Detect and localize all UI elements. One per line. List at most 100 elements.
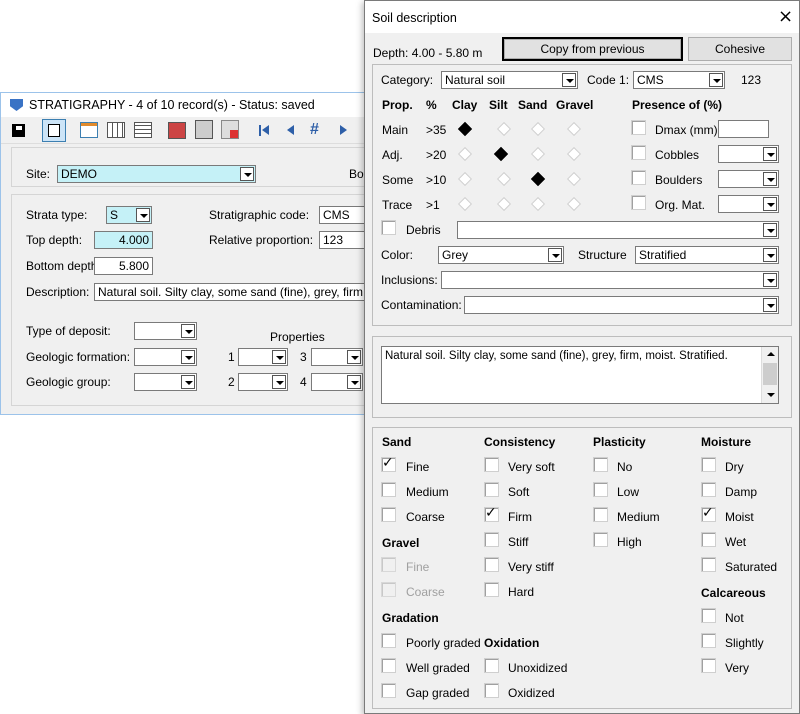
- very-soft-checkbox[interactable]: [484, 457, 499, 472]
- chevron-down-icon[interactable]: [272, 375, 286, 389]
- copy-from-previous-button[interactable]: Copy from previous: [502, 37, 683, 61]
- gap-graded-checkbox[interactable]: [381, 683, 396, 698]
- boulders-checkbox[interactable]: [631, 170, 646, 185]
- scroll-down-icon[interactable]: [767, 393, 775, 397]
- sand-fine-checkbox[interactable]: [381, 455, 396, 472]
- delete-record-icon[interactable]: [221, 120, 239, 139]
- first-record-arrow-icon[interactable]: [262, 125, 269, 135]
- table-view-icon[interactable]: [107, 122, 125, 138]
- goto-record-icon[interactable]: #: [310, 121, 319, 139]
- gravel-coarse-checkbox[interactable]: [381, 582, 396, 597]
- debris-select[interactable]: [457, 221, 779, 239]
- color-select[interactable]: Grey: [438, 246, 564, 264]
- next-record-icon[interactable]: [340, 125, 347, 135]
- unoxidized-checkbox[interactable]: [484, 658, 499, 673]
- prop2-select[interactable]: [238, 373, 288, 391]
- calc-very-checkbox[interactable]: [701, 658, 716, 673]
- org-mat-select[interactable]: [718, 195, 779, 213]
- plasticity-medium-checkbox[interactable]: [593, 507, 608, 522]
- poorly-graded-checkbox[interactable]: [381, 633, 396, 648]
- org-mat-checkbox[interactable]: [631, 195, 646, 210]
- inclusions-select[interactable]: [441, 271, 779, 289]
- debris-checkbox[interactable]: [381, 220, 396, 235]
- prop3-select[interactable]: [311, 348, 363, 366]
- very-stiff-checkbox[interactable]: [484, 557, 499, 572]
- save-icon[interactable]: [12, 124, 25, 137]
- prop1-select[interactable]: [238, 348, 288, 366]
- dmax-field[interactable]: [718, 120, 769, 138]
- chevron-down-icon[interactable]: [763, 248, 777, 262]
- chevron-down-icon[interactable]: [240, 167, 254, 181]
- prop4-select[interactable]: [311, 373, 363, 391]
- chevron-down-icon[interactable]: [709, 73, 723, 87]
- chevron-down-icon[interactable]: [181, 350, 195, 364]
- category-select[interactable]: Natural soil: [441, 71, 578, 89]
- chevron-down-icon[interactable]: [181, 375, 195, 389]
- chevron-down-icon[interactable]: [136, 208, 150, 222]
- cobbles-checkbox[interactable]: [631, 145, 646, 160]
- list-view-icon[interactable]: [134, 122, 152, 138]
- saturated-checkbox[interactable]: [701, 557, 716, 572]
- sync-icon[interactable]: [42, 119, 66, 142]
- strata-type-select[interactable]: S: [106, 206, 152, 224]
- paste-record-icon[interactable]: [195, 120, 213, 139]
- copy-record-icon[interactable]: [168, 122, 186, 139]
- chevron-down-icon[interactable]: [347, 350, 361, 364]
- chevron-down-icon[interactable]: [347, 375, 361, 389]
- description-field[interactable]: Natural soil. Silty clay, some sand (fin…: [94, 283, 369, 301]
- chevron-down-icon[interactable]: [272, 350, 286, 364]
- soft-checkbox[interactable]: [484, 482, 499, 497]
- chevron-down-icon[interactable]: [181, 324, 195, 338]
- calc-not-checkbox[interactable]: [701, 608, 716, 623]
- chevron-down-icon[interactable]: [763, 223, 777, 237]
- firm-checkbox[interactable]: [484, 505, 499, 522]
- cobbles-select[interactable]: [718, 145, 779, 163]
- chevron-down-icon[interactable]: [763, 172, 777, 186]
- plasticity-low-checkbox[interactable]: [593, 482, 608, 497]
- calc-slightly-checkbox[interactable]: [701, 633, 716, 648]
- geo-formation-select[interactable]: [134, 348, 197, 366]
- dry-checkbox[interactable]: [701, 457, 716, 472]
- code1-select[interactable]: CMS: [633, 71, 725, 89]
- gravel-fine-checkbox[interactable]: [381, 557, 396, 572]
- moist-checkbox[interactable]: [701, 505, 716, 522]
- rel-prop-field[interactable]: 123: [319, 231, 369, 249]
- form-view-icon[interactable]: [80, 122, 98, 138]
- sand-coarse-checkbox[interactable]: [381, 507, 396, 522]
- deposit-select[interactable]: [134, 322, 197, 340]
- scroll-up-icon[interactable]: [767, 352, 775, 356]
- chevron-down-icon[interactable]: [763, 298, 777, 312]
- close-icon[interactable]: ×: [778, 6, 793, 27]
- dmax-checkbox[interactable]: [631, 120, 646, 135]
- bottom-depth-field[interactable]: 5.800: [94, 257, 153, 275]
- oxidized-checkbox[interactable]: [484, 683, 499, 698]
- description-scrollbar[interactable]: [761, 347, 778, 403]
- plasticity-no-checkbox[interactable]: [593, 457, 608, 472]
- cohesive-button[interactable]: Cohesive: [688, 37, 792, 61]
- first-record-icon[interactable]: [259, 125, 261, 136]
- strat-code-field[interactable]: CMS: [319, 206, 369, 224]
- plasticity-high-checkbox[interactable]: [593, 532, 608, 547]
- top-depth-field[interactable]: 4.000: [94, 231, 153, 249]
- stratigraphy-titlebar[interactable]: STRATIGRAPHY - 4 of 10 record(s) - Statu…: [1, 93, 368, 117]
- damp-checkbox[interactable]: [701, 482, 716, 497]
- sand-medium-checkbox[interactable]: [381, 482, 396, 497]
- contamination-select[interactable]: [464, 296, 779, 314]
- wet-checkbox[interactable]: [701, 532, 716, 547]
- description-textarea[interactable]: Natural soil. Silty clay, some sand (fin…: [381, 346, 779, 404]
- chevron-down-icon[interactable]: [763, 197, 777, 211]
- structure-select[interactable]: Stratified: [635, 246, 779, 264]
- chevron-down-icon[interactable]: [763, 147, 777, 161]
- well-graded-checkbox[interactable]: [381, 658, 396, 673]
- prev-record-icon[interactable]: [287, 125, 294, 135]
- hard-checkbox[interactable]: [484, 582, 499, 597]
- stiff-checkbox[interactable]: [484, 532, 499, 547]
- chevron-down-icon[interactable]: [763, 273, 777, 287]
- chevron-down-icon[interactable]: [562, 73, 576, 87]
- scroll-thumb[interactable]: [763, 363, 777, 385]
- rel-prop-label: Relative proportion:: [209, 233, 314, 247]
- site-select[interactable]: DEMO: [57, 165, 256, 183]
- geo-group-select[interactable]: [134, 373, 197, 391]
- boulders-select[interactable]: [718, 170, 779, 188]
- chevron-down-icon[interactable]: [548, 248, 562, 262]
